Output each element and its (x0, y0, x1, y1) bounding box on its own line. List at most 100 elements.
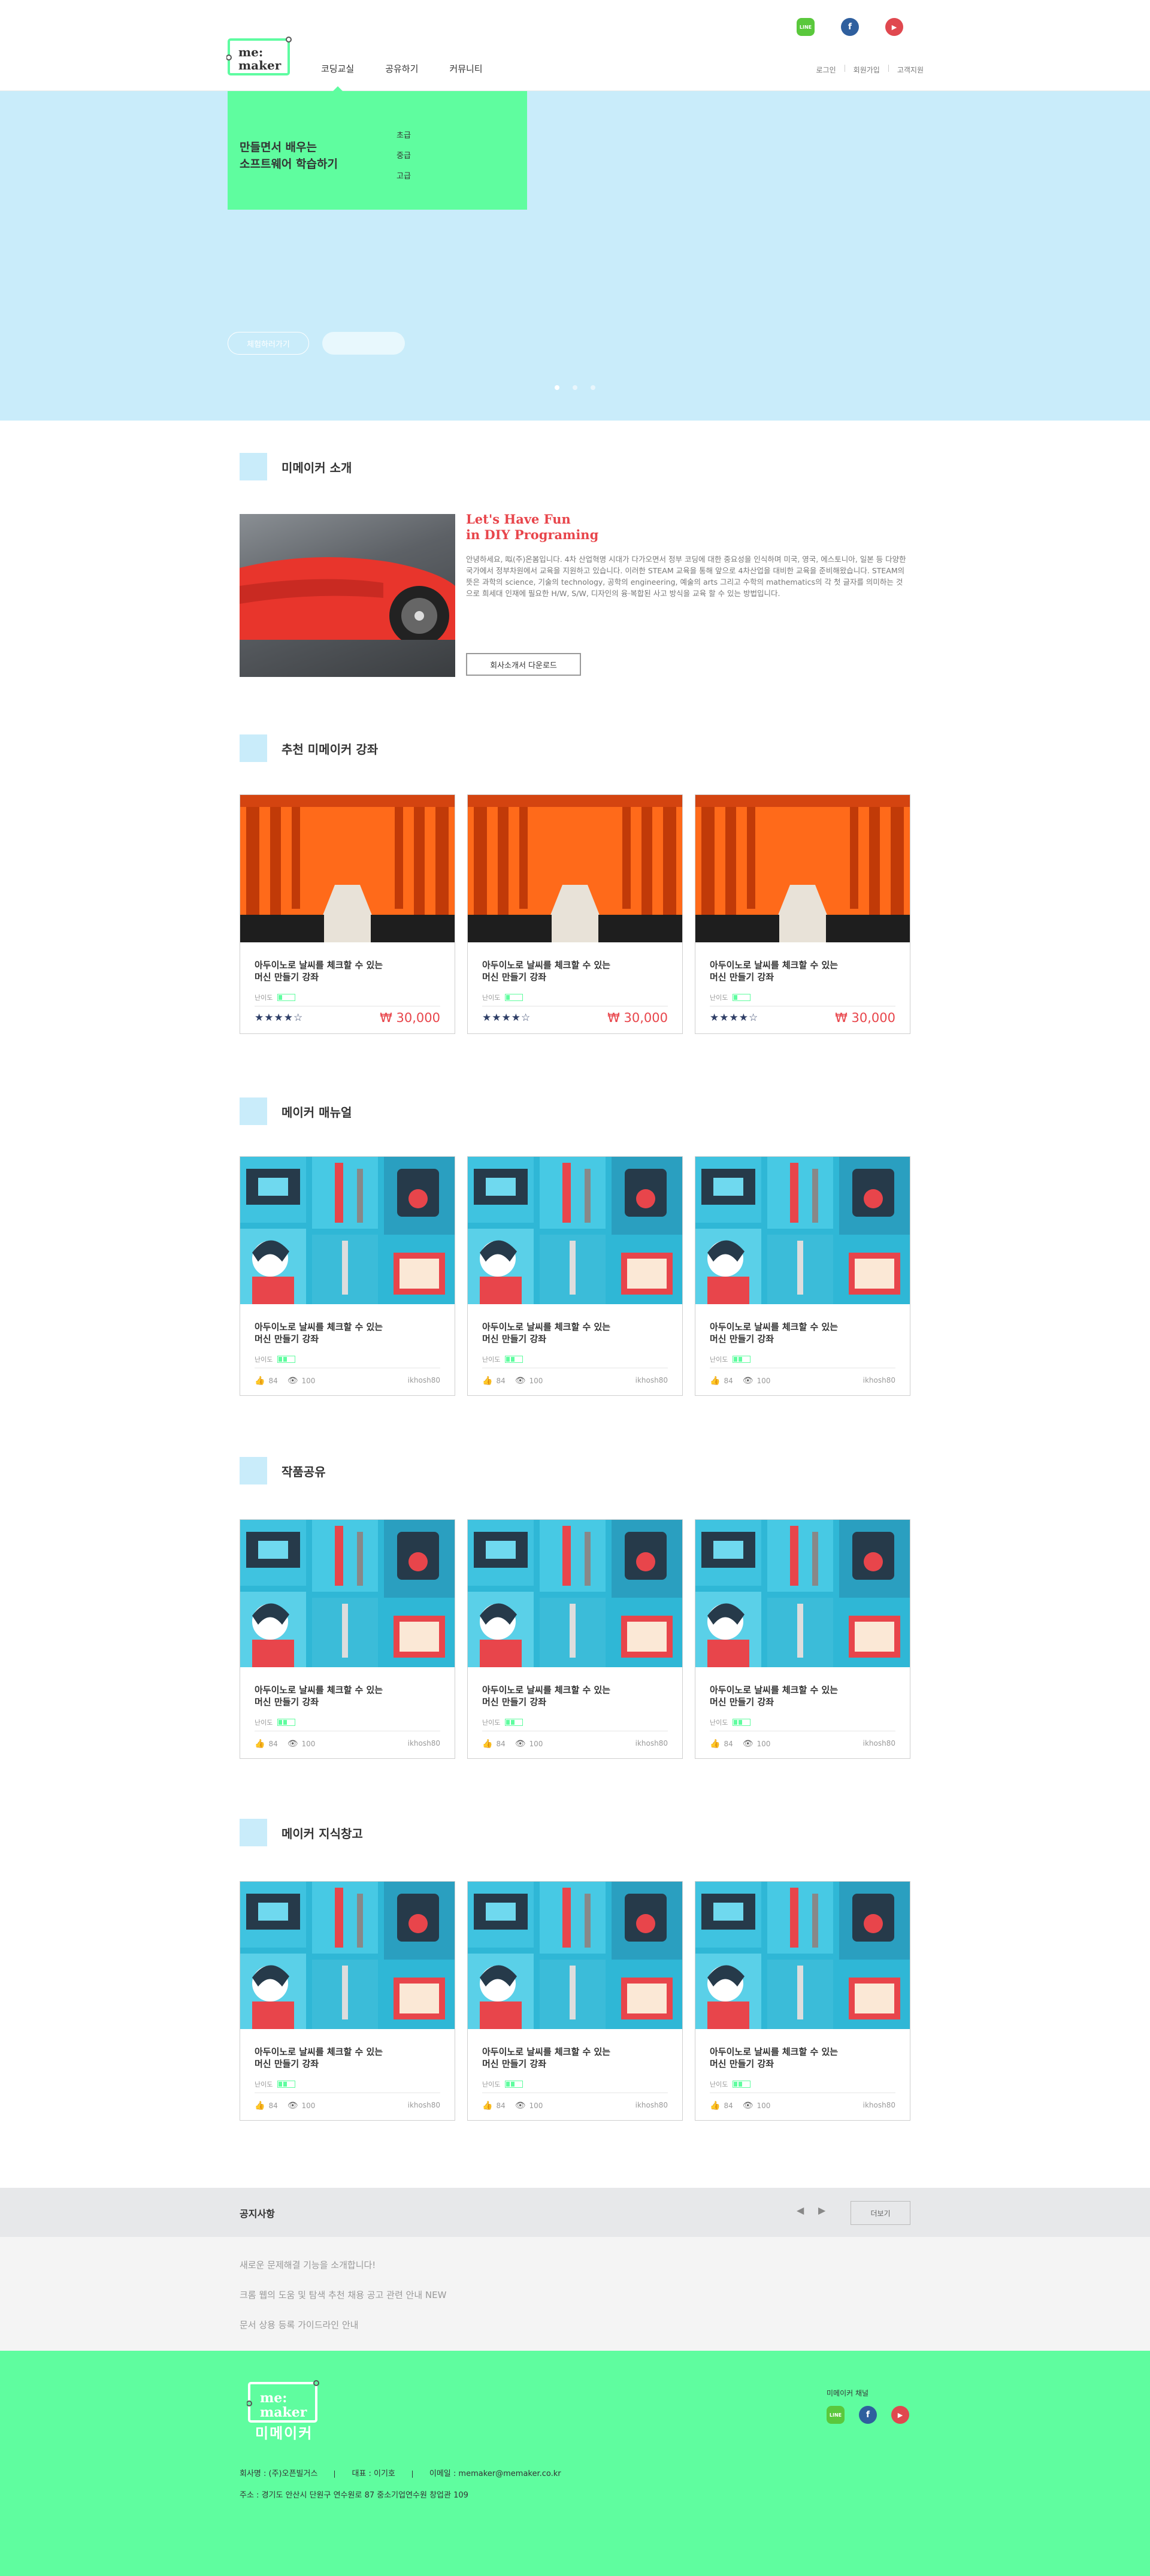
line-icon[interactable]: LINE (797, 18, 815, 36)
hero-cta-button[interactable]: 체험하러가기 (228, 332, 309, 355)
prev-arrow-icon[interactable]: ◀ (797, 2205, 804, 2216)
level-advanced-link[interactable]: 고급 (397, 167, 411, 187)
youtube-icon[interactable]: ▶ (885, 18, 903, 36)
view-count: 100 (301, 1377, 316, 1385)
difficulty-meter (277, 1356, 296, 1363)
facebook-icon[interactable]: f (859, 2406, 877, 2424)
coding-class-dropdown: 만들면서 배우는 소프트웨어 학습하기 초급 중급 고급 (228, 91, 527, 210)
header-sns-links: LINE f ▶ (797, 18, 903, 36)
dropdown-title: 만들면서 배우는 소프트웨어 학습하기 (240, 141, 338, 171)
maker-card[interactable]: 아두이노로 날씨를 체크할 수 있는 머신 만들기 강좌 난이도 👍 84 👁 10… (467, 1881, 683, 2121)
support-link[interactable]: 고객지원 (897, 65, 924, 75)
slider-dot-2[interactable] (573, 385, 577, 390)
next-arrow-icon[interactable]: ▶ (818, 2205, 825, 2216)
maker-manual-list: 아두이노로 날씨를 체크할 수 있는 머신 만들기 강좌 난이도 👍 84 👁 10… (240, 1156, 910, 1396)
notice-item[interactable]: 새로운 문제해결 기능을 소개합니다! (240, 2258, 376, 2271)
author-name: ikhosh80 (862, 2101, 895, 2109)
difficulty-meter (733, 2081, 751, 2088)
view-count: 100 (301, 1740, 316, 1748)
notice-item[interactable]: 크롬 웹의 도움 및 탐색 추천 채용 공고 관련 안내 NEW (240, 2288, 446, 2301)
login-link[interactable]: 로그인 (816, 65, 836, 75)
intro-heading: Let's Have Fun in DIY Programing (466, 512, 599, 542)
difficulty-meter (505, 1356, 523, 1363)
view-count: 100 (529, 2102, 543, 2110)
maker-card[interactable]: 아두이노로 날씨를 체크할 수 있는 머신 만들기 강좌 난이도 👍 84 👁 10… (467, 1519, 683, 1759)
maker-card[interactable]: 아두이노로 날씨를 체크할 수 있는 머신 만들기 강좌 난이도 👍 84 👁 10… (695, 1156, 910, 1396)
section-title-recommended: 추천 미메이커 강좌 (240, 734, 378, 762)
difficulty: 난이도 (710, 2079, 751, 2089)
section-marker (240, 1457, 267, 1484)
intro-image (240, 514, 455, 677)
thumbs-up-icon[interactable]: 👍 (710, 2101, 720, 2111)
difficulty: 난이도 (482, 993, 523, 1002)
maker-tools-illustration (695, 1882, 910, 2029)
hero-secondary-button[interactable] (322, 332, 405, 355)
facebook-icon[interactable]: f (841, 18, 859, 36)
youtube-icon[interactable]: ▶ (891, 2406, 909, 2424)
logo-text-maker: maker (260, 2405, 307, 2420)
footer-logo[interactable]: me: maker (247, 2377, 321, 2427)
thumbs-up-icon[interactable]: 👍 (482, 1739, 492, 1749)
nav-item-community[interactable]: 커뮤니티 (449, 62, 482, 75)
eye-icon: 👁 (515, 1376, 526, 1386)
nav-item-share[interactable]: 공유하기 (385, 62, 418, 75)
maker-card[interactable]: 아두이노로 날씨를 체크할 수 있는 머신 만들기 강좌 난이도 👍 84 👁 10… (240, 1156, 455, 1396)
rating-stars: ★★★★☆ (482, 1012, 531, 1024)
site-header: me: maker 코딩교실 공유하기 커뮤니티 LINE f ▶ 로그인 회원… (0, 0, 1150, 92)
card-stats: 👍 84 👁 100 (255, 1739, 315, 1749)
line-icon[interactable]: LINE (827, 2406, 845, 2424)
thumbs-up-icon[interactable]: 👍 (255, 1739, 265, 1749)
nav-item-coding-class[interactable]: 코딩교실 (321, 62, 354, 92)
maker-card[interactable]: 아두이노로 날씨를 체크할 수 있는 머신 만들기 강좌 난이도 👍 84 👁 10… (467, 1156, 683, 1396)
company-address: 주소 : 경기도 안산시 단원구 연수원로 87 중소기업연수원 창업관 109 (240, 2491, 468, 2500)
course-card[interactable]: 아두이노로 날씨를 체크할 수 있는 머신 만들기 강좌 난이도 ★★★★☆ ₩… (695, 794, 910, 1034)
author-name: ikhosh80 (635, 2101, 668, 2109)
slider-dot-3[interactable] (591, 385, 595, 390)
course-price: ₩ 30,000 (835, 1011, 895, 1025)
section-title-manual: 메이커 매뉴얼 (240, 1097, 352, 1125)
section-title-intro: 미메이커 소개 (240, 453, 352, 480)
difficulty: 난이도 (710, 1354, 751, 1364)
card-title: 아두이노로 날씨를 체크할 수 있는 머신 만들기 강좌 (482, 2046, 611, 2069)
slider-dot-1[interactable] (555, 385, 559, 390)
course-card[interactable]: 아두이노로 날씨를 체크할 수 있는 머신 만들기 강좌 난이도 ★★★★☆ ₩… (467, 794, 683, 1034)
course-card[interactable]: 아두이노로 날씨를 체크할 수 있는 머신 만들기 강좌 난이도 ★★★★☆ ₩… (240, 794, 455, 1034)
project-share-list: 아두이노로 날씨를 체크할 수 있는 머신 만들기 강좌 난이도 👍 84 👁 10… (240, 1519, 910, 1759)
difficulty: 난이도 (482, 2079, 523, 2089)
eye-icon: 👁 (287, 1739, 298, 1749)
footer-sns-links: LINE f ▶ (827, 2406, 909, 2424)
notice-item[interactable]: 문서 상용 등록 가이드라인 안내 (240, 2318, 358, 2331)
card-stats: 👍 84 👁 100 (710, 1739, 770, 1749)
section-title-text: 작품공유 (282, 1464, 326, 1479)
divider (888, 65, 889, 72)
maker-card[interactable]: 아두이노로 날씨를 체크할 수 있는 머신 만들기 강좌 난이도 👍 84 👁 10… (240, 1519, 455, 1759)
difficulty-meter (277, 994, 296, 1001)
level-beginner-link[interactable]: 초급 (397, 126, 411, 146)
knowledge-base-list: 아두이노로 날씨를 체크할 수 있는 머신 만들기 강좌 난이도 👍 84 👁 10… (240, 1881, 910, 2121)
author-name: ikhosh80 (862, 1376, 895, 1384)
thumbs-up-icon[interactable]: 👍 (255, 1376, 265, 1386)
company-profile-download-button[interactable]: 회사소개서 다운로드 (466, 653, 581, 676)
card-title: 아두이노로 날씨를 체크할 수 있는 머신 만들기 강좌 (710, 1685, 839, 1707)
thumbs-up-icon[interactable]: 👍 (710, 1376, 720, 1386)
thumbs-up-icon[interactable]: 👍 (710, 1739, 720, 1749)
level-intermediate-link[interactable]: 중급 (397, 146, 411, 167)
card-stats: 👍 84 👁 100 (255, 2101, 315, 2111)
maker-card[interactable]: 아두이노로 날씨를 체크할 수 있는 머신 만들기 강좌 난이도 👍 84 👁 10… (695, 1519, 910, 1759)
intro-body-text: 안녕하세요, 㕽(주)온봄입니다. 4차 산업혁명 시대가 다가오면서 정부 코… (466, 555, 906, 598)
section-marker (240, 1819, 267, 1846)
card-stats: 👍 84 👁 100 (482, 1739, 543, 1749)
torii-gate-image (240, 795, 455, 942)
section-marker (240, 453, 267, 480)
thumbs-up-icon[interactable]: 👍 (255, 2101, 265, 2111)
thumbs-up-icon[interactable]: 👍 (482, 1376, 492, 1386)
like-count: 84 (268, 1377, 278, 1385)
maker-tools-illustration (240, 1520, 455, 1667)
maker-card[interactable]: 아두이노로 날씨를 체크할 수 있는 머신 만들기 강좌 난이도 👍 84 👁 10… (240, 1881, 455, 2121)
thumbs-up-icon[interactable]: 👍 (482, 2101, 492, 2111)
notice-more-button[interactable]: 더보기 (851, 2201, 910, 2225)
maker-card[interactable]: 아두이노로 날씨를 체크할 수 있는 머신 만들기 강좌 난이도 👍 84 👁 10… (695, 1881, 910, 2121)
signup-link[interactable]: 회원가입 (854, 65, 880, 75)
maker-tools-illustration (468, 1157, 682, 1304)
memaker-logo[interactable]: me: maker (226, 34, 292, 79)
